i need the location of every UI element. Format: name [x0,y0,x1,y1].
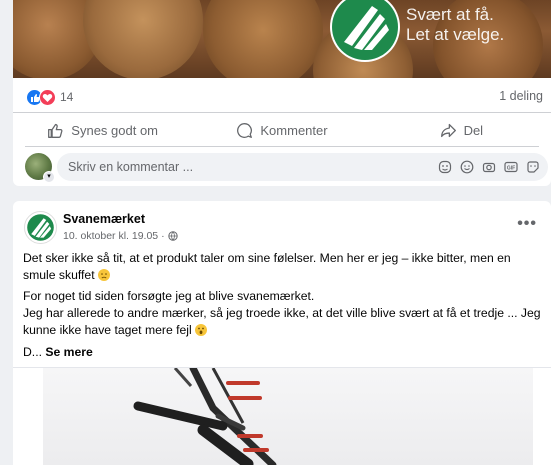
reactions-summary[interactable]: 14 [26,88,73,106]
share-label: Del [463,122,484,138]
ad-tagline-line2: Let at vælge. [406,25,505,44]
post-paragraph-1: Det sker ikke så tit, at et produkt tale… [23,250,545,284]
thumbs-up-icon [48,123,63,138]
post-image[interactable] [43,368,533,465]
page-avatar[interactable] [24,211,57,244]
ad-card: Svært at få. Let at vælge. 14 1 deling S… [13,0,551,186]
gif-icon[interactable]: GIF [504,160,518,174]
disappointed-emoji-icon [97,269,110,281]
comment-input[interactable]: Skriv en kommentar ... GIF [57,153,548,181]
camera-icon[interactable] [482,160,496,174]
divider [13,112,551,113]
more-options-icon[interactable]: ••• [517,215,537,233]
emoji-icon[interactable] [460,160,474,174]
love-reaction-icon [39,88,56,106]
ad-image[interactable]: Svært at få. Let at vælge. [13,0,551,78]
sticker-icon[interactable] [526,160,540,174]
ad-tagline: Svært at få. Let at vælge. [406,5,546,45]
post-text-3: Jeg har allerede to andre mærker, så jeg… [23,306,541,337]
avatar-sticker-icon[interactable] [438,160,452,174]
comment-button[interactable]: Kommenter [192,116,371,144]
post-card: Svanemærket 10. oktober kl. 19.05 · ••• … [13,201,551,465]
globe-icon [167,231,178,241]
post-timestamp[interactable]: 10. oktober kl. 19.05 · [63,230,165,242]
truncated-text: D... [23,345,42,359]
post-text-1: Det sker ikke så tit, at et produkt tale… [23,251,511,282]
see-more-link[interactable]: Se mere [45,345,92,359]
comment-label: Kommenter [260,122,328,138]
post-text-2: For noget tid siden forsøgte jeg at bliv… [23,289,315,303]
post-meta: 10. oktober kl. 19.05 · [63,230,178,242]
reaction-count[interactable]: 14 [60,90,73,104]
post-truncation: D... Se mere [23,344,545,361]
like-button[interactable]: Synes godt om [13,116,192,144]
ad-tagline-line1: Svært at få. [406,5,494,24]
share-arrow-icon [440,123,456,137]
page-name[interactable]: Svanemærket [63,212,145,226]
post-actions: Synes godt om Kommenter Del [13,116,551,144]
comment-bubble-icon [237,122,253,138]
post-paragraph-2: For noget tid siden forsøgte jeg at bliv… [23,288,545,339]
like-label: Synes godt om [71,122,159,138]
share-count[interactable]: 1 deling [499,89,543,103]
bicycle-handlebar-image [133,368,277,465]
comment-tools: GIF [438,160,540,174]
comment-placeholder: Skriv en kommentar ... [68,160,194,174]
divider [25,146,539,147]
chevron-down-icon[interactable]: ▾ [43,171,55,183]
comment-composer: ▾ Skriv en kommentar ... GIF [25,153,549,183]
swan-logo-icon [27,214,54,241]
share-button[interactable]: Del [372,116,551,144]
astonished-emoji-icon [195,324,208,336]
svg-text:GIF: GIF [507,165,515,171]
